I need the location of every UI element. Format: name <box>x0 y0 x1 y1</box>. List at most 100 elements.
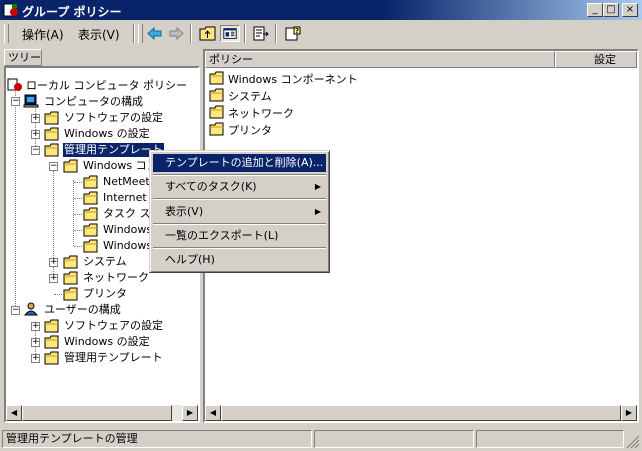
list-horizontal-scrollbar[interactable]: ◀ ▶ <box>205 405 637 421</box>
title-bar[interactable]: グループ ポリシー _ □ × <box>0 0 642 20</box>
folder-icon <box>44 127 59 141</box>
folder-icon <box>63 255 78 269</box>
menu-item-view[interactable]: 表示(V) ▶ <box>153 203 326 221</box>
tree-tab[interactable]: ツリー <box>4 49 42 66</box>
scroll-right-button[interactable]: ▶ <box>621 405 637 421</box>
toolbar-separator <box>275 24 277 43</box>
tree-node-computer-windows[interactable]: Windows の設定 <box>64 127 150 141</box>
status-pane-2 <box>314 430 474 448</box>
tree-expander[interactable]: − <box>31 146 40 155</box>
folder-icon <box>209 122 224 136</box>
back-arrow-icon[interactable] <box>145 25 165 42</box>
resize-grip-icon[interactable] <box>626 435 640 449</box>
folder-icon <box>83 191 98 205</box>
scroll-thumb[interactable] <box>22 405 172 421</box>
folder-icon <box>209 88 224 102</box>
tree-expander[interactable]: + <box>31 130 40 139</box>
submenu-arrow-icon: ▶ <box>314 207 321 216</box>
tree-node-network[interactable]: ネットワーク <box>83 271 149 285</box>
toolbar-separator <box>133 24 135 43</box>
status-text: 管理用テンプレートの管理 <box>2 430 312 448</box>
tree-expander[interactable]: + <box>31 354 40 363</box>
tree-expander[interactable]: − <box>11 97 20 106</box>
tree-expander[interactable]: + <box>49 274 58 283</box>
close-button[interactable]: × <box>622 3 638 17</box>
column-header-policy[interactable]: ポリシー <box>205 51 555 68</box>
svg-text:?: ? <box>295 27 299 35</box>
tree-expander[interactable]: + <box>49 258 58 267</box>
tree-expander[interactable]: − <box>49 162 58 171</box>
tree-node-computer-software[interactable]: ソフトウェアの設定 <box>64 111 163 125</box>
status-bar: 管理用テンプレートの管理 <box>0 428 642 451</box>
tree-expander[interactable]: + <box>31 322 40 331</box>
tree-connector <box>15 86 16 310</box>
submenu-arrow-icon: ▶ <box>314 182 321 191</box>
forward-arrow-icon[interactable] <box>166 25 186 42</box>
folder-icon <box>44 335 59 349</box>
tree-expander[interactable]: + <box>31 338 40 347</box>
menu-toolbar-bar: 操作(A) 表示(V) ? <box>0 20 642 46</box>
folder-icon <box>83 223 98 237</box>
menu-separator <box>153 247 326 249</box>
scroll-thumb[interactable] <box>221 405 621 421</box>
folder-icon <box>83 207 98 221</box>
list-item-label: ネットワーク <box>228 107 294 120</box>
tree-node-root[interactable]: ローカル コンピュータ ポリシー <box>26 79 187 93</box>
menu-action[interactable]: 操作(A) <box>22 26 64 43</box>
tree-expander[interactable]: + <box>31 114 40 123</box>
window-title: グループ ポリシー <box>22 5 122 19</box>
context-menu: テンプレートの追加と削除(A)... すべてのタスク(K) ▶ 表示(V) ▶ … <box>149 150 330 273</box>
user-icon <box>23 302 39 316</box>
menu-view[interactable]: 表示(V) <box>78 26 120 43</box>
tree-node-printers[interactable]: プリンタ <box>83 287 127 301</box>
folder-icon <box>209 71 224 85</box>
folder-open-icon <box>44 143 59 157</box>
scroll-left-button[interactable]: ◀ <box>6 405 22 421</box>
folder-icon <box>63 271 78 285</box>
tree-connector <box>54 294 62 295</box>
toolbar-grip[interactable] <box>138 24 143 43</box>
folder-icon <box>83 239 98 253</box>
tree-connector <box>74 246 82 247</box>
list-item-label: システム <box>228 90 272 103</box>
menu-item-help[interactable]: ヘルプ(H) <box>153 251 326 269</box>
show-hide-tree-icon[interactable] <box>220 25 240 42</box>
tree-horizontal-scrollbar[interactable]: ◀ ▶ <box>6 405 198 421</box>
toolbar-separator <box>190 24 192 43</box>
tree-expander[interactable]: − <box>11 306 20 315</box>
menu-separator <box>153 174 326 176</box>
list-item-label: プリンタ <box>228 124 272 137</box>
folder-icon <box>209 105 224 119</box>
tree-node-system[interactable]: システム <box>83 255 127 269</box>
menu-item-add-remove-templates[interactable]: テンプレートの追加と削除(A)... <box>153 154 326 172</box>
menu-item-view-label: 表示(V) <box>165 205 204 218</box>
up-folder-icon[interactable] <box>198 25 218 42</box>
folder-icon <box>83 175 98 189</box>
menu-item-all-tasks-label: すべてのタスク(K) <box>165 180 257 193</box>
folder-icon <box>44 351 59 365</box>
menu-item-all-tasks[interactable]: すべてのタスク(K) ▶ <box>153 178 326 196</box>
tree-node-user-software[interactable]: ソフトウェアの設定 <box>64 319 163 333</box>
column-header-setting[interactable]: 設定 <box>555 51 637 68</box>
menu-item-export-list[interactable]: 一覧のエクスポート(L) <box>153 227 326 245</box>
scroll-right-button[interactable]: ▶ <box>182 405 198 421</box>
computer-policy-icon <box>7 78 22 91</box>
tree-node-user-admin-templates[interactable]: 管理用テンプレート <box>64 351 163 365</box>
tree-node-computer-config[interactable]: コンピュータの構成 <box>44 95 143 109</box>
toolbar-separator <box>244 24 246 43</box>
tree-connector <box>74 230 82 231</box>
tree-node-user-config[interactable]: ユーザーの構成 <box>44 303 121 317</box>
tree-connector <box>74 198 82 199</box>
menu-separator <box>153 223 326 225</box>
minimize-button[interactable]: _ <box>587 3 603 17</box>
tree-node-user-windows[interactable]: Windows の設定 <box>64 335 150 349</box>
scroll-left-button[interactable]: ◀ <box>205 405 221 421</box>
folder-open-icon <box>63 159 78 173</box>
maximize-button[interactable]: □ <box>603 3 619 17</box>
menubar-grip[interactable] <box>4 24 9 43</box>
help-icon[interactable]: ? <box>283 25 303 42</box>
tree-connector <box>73 180 74 246</box>
folder-icon <box>63 287 78 301</box>
folder-icon <box>44 319 59 333</box>
export-list-icon[interactable] <box>251 25 271 42</box>
